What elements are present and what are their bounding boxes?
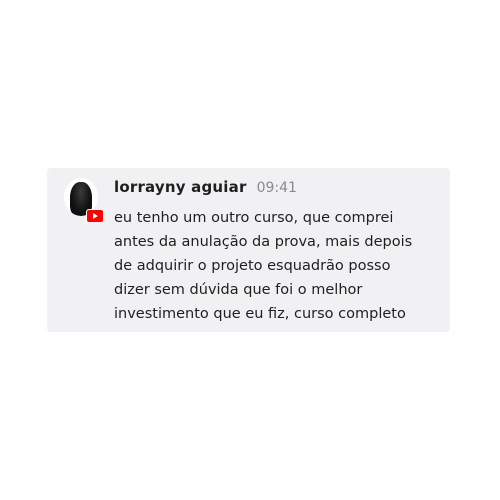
- comment-text: eu tenho um outro curso, que comprei ant…: [114, 210, 413, 322]
- avatar-container[interactable]: [64, 178, 104, 224]
- comment-time: 09:41: [256, 180, 297, 196]
- comment-header: lorrayny aguiar 09:41: [114, 178, 297, 200]
- comment-card: lorrayny aguiar 09:41 eu tenho um outro …: [47, 168, 450, 332]
- author-name[interactable]: lorrayny aguiar: [114, 178, 247, 196]
- youtube-icon: [86, 209, 104, 223]
